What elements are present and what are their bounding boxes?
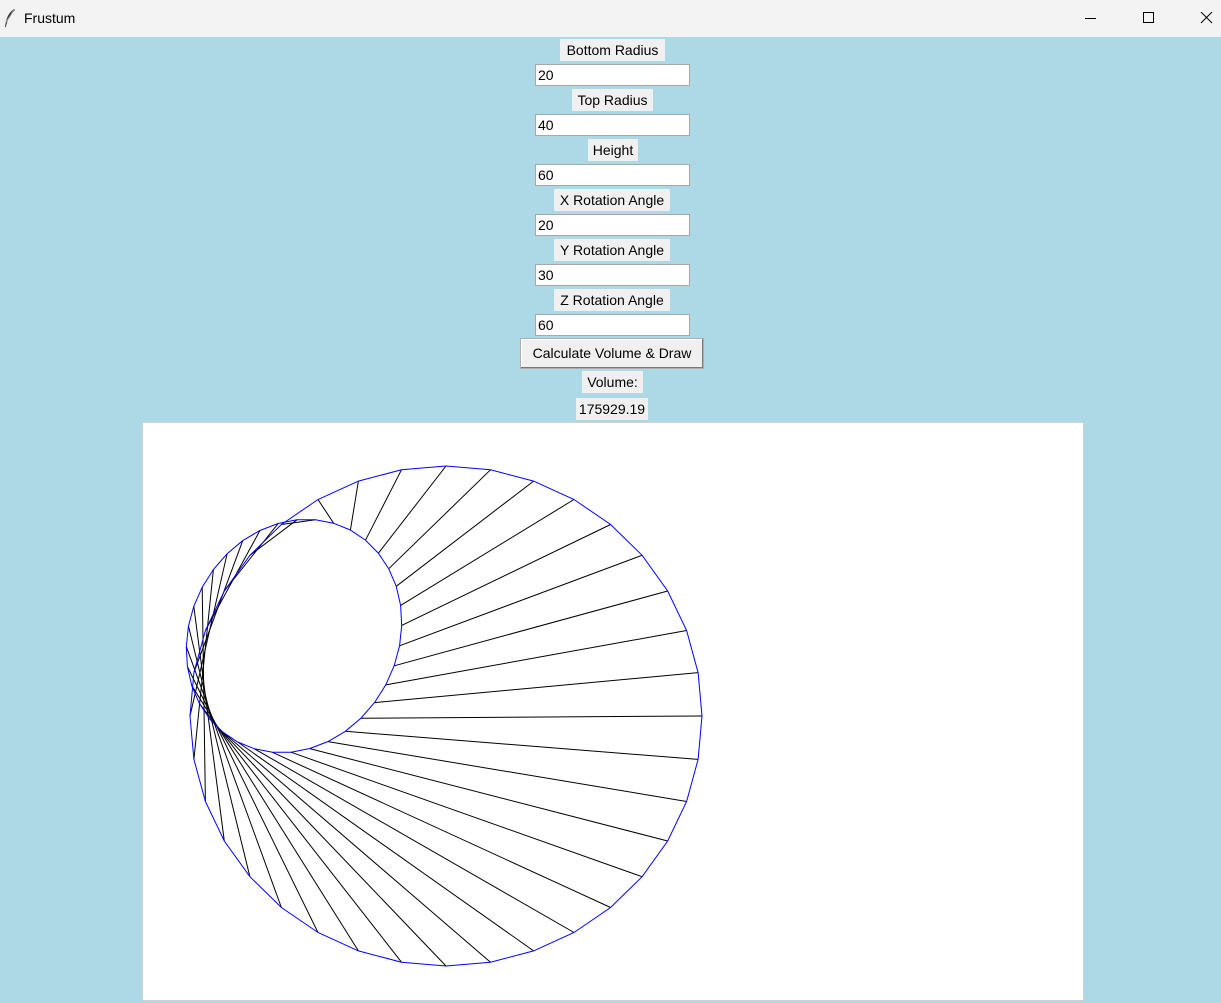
generator-line: [223, 523, 279, 592]
volume-value: 175929.19: [576, 398, 648, 420]
minimize-button[interactable]: [1062, 0, 1120, 37]
generator-line: [222, 731, 491, 963]
frustum-wireframe: [185, 465, 703, 967]
generator-line: [360, 715, 703, 719]
bottom-radius-input[interactable]: [535, 64, 690, 86]
close-button[interactable]: [1178, 0, 1221, 37]
generator-line: [378, 465, 447, 554]
close-icon: [1200, 12, 1213, 24]
x-rotation-input[interactable]: [535, 214, 690, 236]
generator-line: [394, 590, 668, 667]
generator-line: [272, 751, 611, 908]
generator-line: [345, 730, 699, 760]
y-rotation-label: Y Rotation Angle: [554, 239, 670, 261]
generator-line: [309, 748, 668, 842]
bottom-ring-outline: [185, 519, 403, 753]
generator-line: [237, 741, 534, 952]
generator-line: [193, 606, 225, 842]
minimize-icon: [1085, 18, 1096, 19]
z-rotation-label: Z Rotation Angle: [554, 289, 670, 311]
generator-line: [385, 630, 687, 686]
generator-line: [185, 646, 282, 908]
height-input[interactable]: [535, 164, 690, 186]
generator-line: [374, 672, 699, 704]
z-rotation-input[interactable]: [535, 314, 690, 336]
x-rotation-label: X Rotation Angle: [554, 189, 670, 211]
volume-label: Volume:: [582, 371, 643, 393]
generator-line: [349, 481, 359, 531]
top-radius-input[interactable]: [535, 114, 690, 136]
generator-line: [317, 499, 335, 524]
generator-line: [401, 524, 611, 626]
top-radius-label: Top Radius: [572, 89, 653, 111]
generator-line: [388, 469, 491, 570]
y-rotation-input[interactable]: [535, 264, 690, 286]
maximize-button[interactable]: [1120, 0, 1178, 37]
feather-icon: [5, 8, 15, 27]
generator-line: [399, 554, 643, 647]
generator-line: [189, 553, 228, 717]
generator-line: [198, 702, 402, 963]
generator-line: [395, 480, 534, 587]
generator-line: [400, 499, 575, 606]
height-label: Height: [588, 139, 638, 161]
window-title: Frustum: [24, 10, 76, 26]
generator-line: [290, 751, 643, 878]
maximize-icon: [1143, 12, 1154, 23]
title-bar: Frustum: [0, 0, 1221, 37]
bottom-radius-label: Bottom Radius: [560, 39, 665, 61]
generator-line: [254, 748, 575, 933]
generator-line: [327, 741, 687, 802]
calculate-draw-button[interactable]: Calculate Volume & Draw: [520, 338, 704, 369]
drawing-canvas: [142, 422, 1084, 1001]
